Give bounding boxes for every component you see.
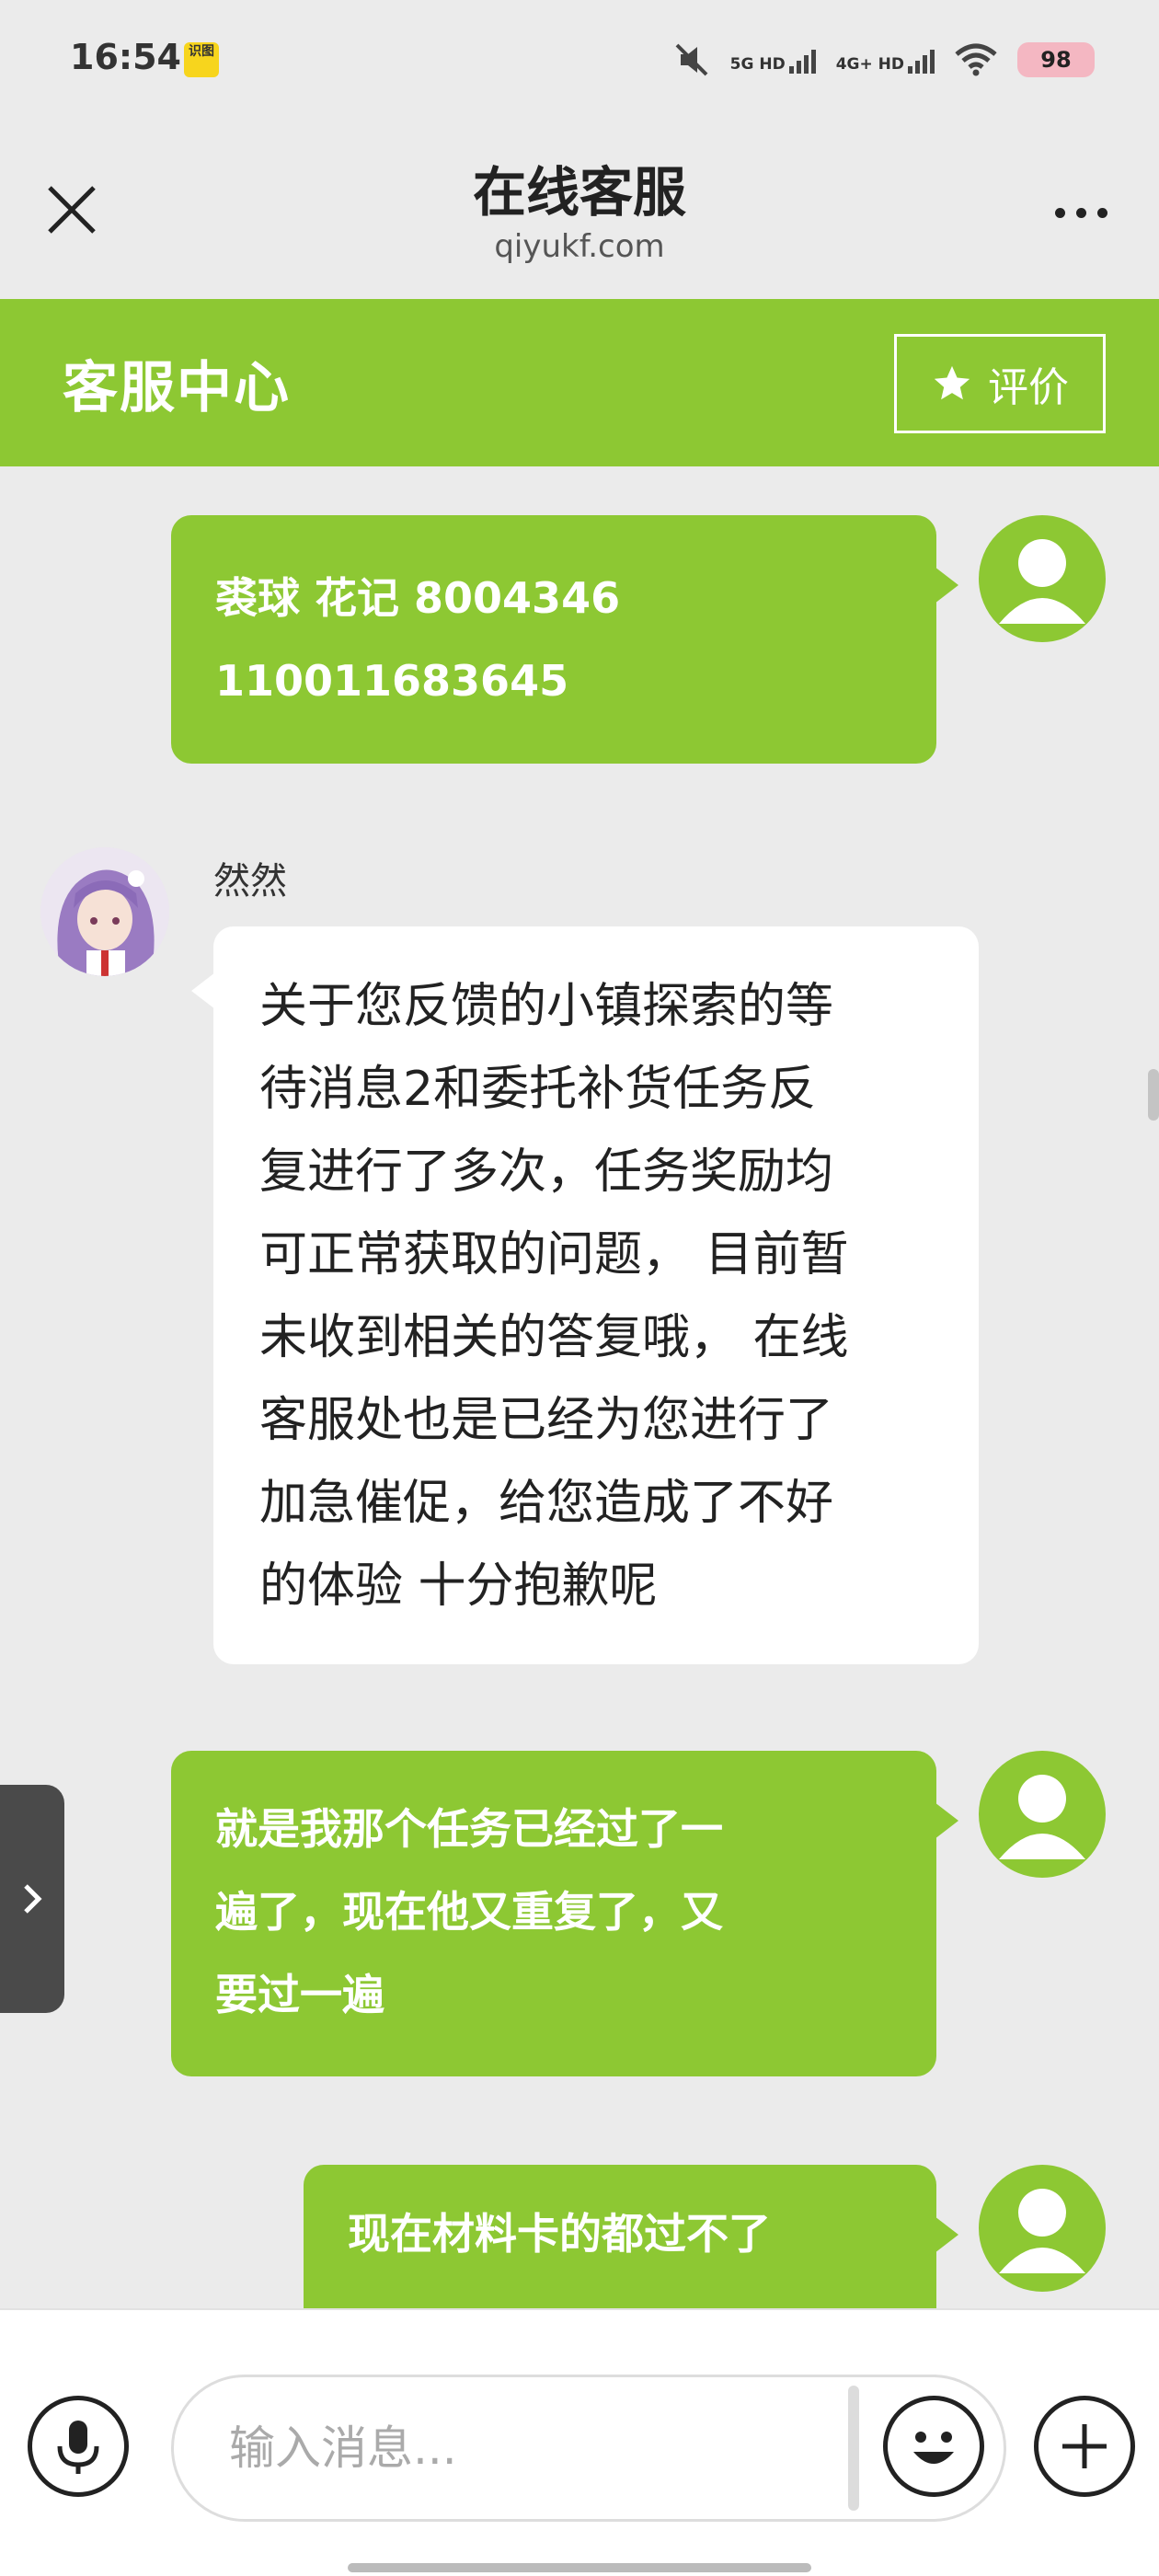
chat-area[interactable]: 裘球 花记 8004346 110011683645 然然 关于您反馈的小镇探索… <box>0 466 1159 2308</box>
mute-icon <box>675 43 708 76</box>
agent-avatar-image <box>40 847 169 976</box>
title-bar: 在线客服 qiyukf.com <box>0 120 1159 299</box>
app-notification-icon: 识图 <box>184 42 219 77</box>
emoji-button[interactable] <box>883 2396 984 2497</box>
message-line: 就是我那个任务已经过了一 <box>215 1804 723 1854</box>
message-line: 的体验 十分抱歉呢 <box>259 1558 658 1614</box>
message-line: 现在材料卡的都过不了 <box>348 2209 771 2259</box>
battery-indicator: 98 <box>1017 42 1095 77</box>
wifi-icon <box>955 43 997 76</box>
message-line: 可正常获取的问题， 目前暂 <box>259 1227 849 1282</box>
agent-avatar <box>40 847 169 976</box>
microphone-icon <box>57 2421 99 2474</box>
side-panel-toggle[interactable] <box>0 1785 64 2013</box>
message-line: 关于您反馈的小镇探索的等 <box>259 979 834 1034</box>
user-avatar-icon <box>999 1775 1085 1859</box>
user-avatar-icon <box>999 2189 1085 2273</box>
plus-icon <box>1062 2424 1107 2468</box>
message-line: 遍了，现在他又重复了，又 <box>215 1887 723 1937</box>
message-line: 加急催促，给您造成了不好 <box>259 1476 834 1531</box>
message-line: 裘球 花记 8004346 <box>215 573 621 623</box>
message-line: 客服处也是已经为您进行了 <box>259 1393 834 1448</box>
user-avatar <box>979 2165 1106 2292</box>
chevron-right-icon <box>24 1884 42 1914</box>
signal-bars-icon <box>908 46 935 74</box>
status-time: 16:54 <box>70 37 181 77</box>
user-message-bubble: 裘球 花记 8004346 110011683645 <box>171 515 958 764</box>
user-message-bubble: 现在材料卡的都过不了 <box>304 2165 958 2308</box>
chat-scrollbar[interactable] <box>1148 1069 1159 1121</box>
user-message-bubble: 就是我那个任务已经过了一 遍了，现在他又重复了，又 要过一遍 <box>171 1751 958 2076</box>
service-header: 客服中心 评价 <box>0 299 1159 466</box>
user-avatar-icon <box>999 539 1085 624</box>
cell-signal-2: 4G+ HD <box>836 46 935 74</box>
message-input[interactable] <box>171 2375 1006 2522</box>
rate-button[interactable]: 评价 <box>894 334 1106 433</box>
rate-label: 评价 <box>988 364 1069 411</box>
signal-bars-icon <box>788 46 816 74</box>
message-line: 要过一遍 <box>215 1970 384 2019</box>
service-center-title: 客服中心 <box>63 356 291 420</box>
message-line: 复进行了多次，任务奖励均 <box>259 1144 834 1200</box>
more-icon-dot <box>1075 207 1086 218</box>
page-title: 在线客服 <box>472 161 686 224</box>
agent-name: 然然 <box>213 860 287 903</box>
cell-signal-2-label: 4G+ HD <box>835 55 904 74</box>
agent-message-bubble: 关于您反馈的小镇探索的等 待消息2和委托补货任务反 复进行了多次，任务奖励均 可… <box>191 926 979 1664</box>
home-indicator[interactable] <box>348 2563 811 2572</box>
user-avatar <box>979 515 1106 642</box>
status-bar: 16:54 识图 5G HD 4G+ HD 98 <box>0 0 1159 120</box>
more-icon <box>1054 207 1065 218</box>
input-scrollbar <box>848 2386 859 2511</box>
status-indicators: 5G HD 4G+ HD 98 <box>673 39 1095 81</box>
message-line: 110011683645 <box>215 656 569 706</box>
user-avatar <box>979 1751 1106 1878</box>
more-icon-dot <box>1096 207 1107 218</box>
page-domain: qiyukf.com <box>494 228 665 265</box>
star-icon <box>934 365 970 400</box>
cell-signal-1-label: 5G HD <box>729 55 786 74</box>
more-actions-button[interactable] <box>1034 2396 1135 2497</box>
cell-signal-1: 5G HD <box>730 46 816 74</box>
message-line: 待消息2和委托补货任务反 <box>259 1062 817 1117</box>
voice-button[interactable] <box>28 2396 129 2497</box>
smiley-icon <box>913 2432 954 2464</box>
more-button[interactable] <box>1039 190 1122 236</box>
input-bar <box>0 2308 1159 2576</box>
message-line: 未收到相关的答复哦， 在线 <box>259 1310 849 1365</box>
